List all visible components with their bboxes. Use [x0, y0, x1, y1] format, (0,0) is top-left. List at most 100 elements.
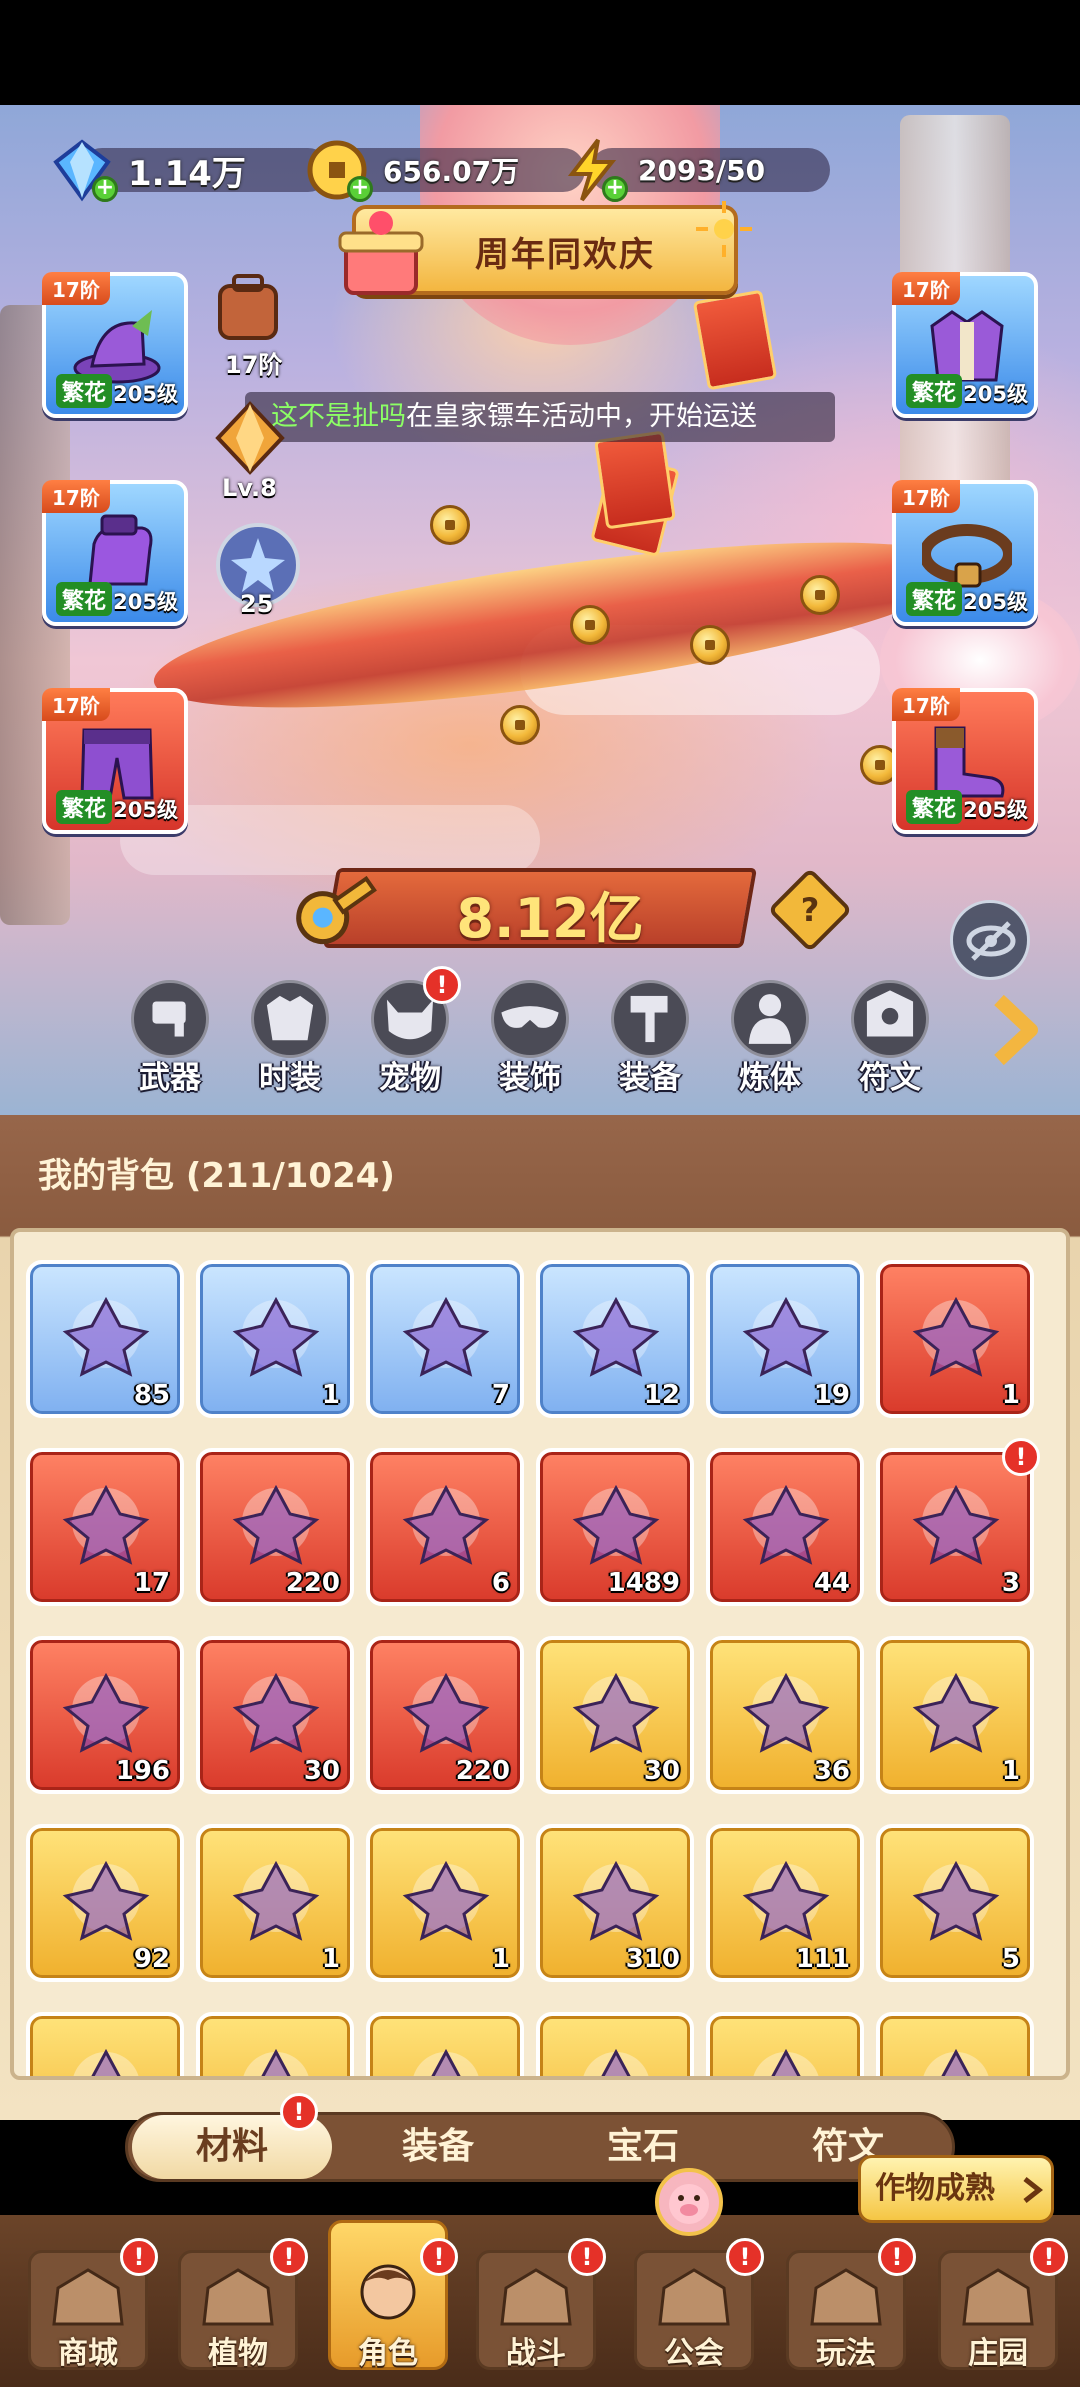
- hexagram-icon: [62, 1672, 150, 1753]
- backpack-item[interactable]: 17: [26, 1448, 184, 1606]
- tab-costume[interactable]: 时装: [235, 980, 345, 1096]
- backpack-icon[interactable]: [212, 272, 284, 344]
- item-count: 44: [813, 1568, 850, 1598]
- nav-item[interactable]: 公会!: [624, 2238, 764, 2380]
- power-key-icon: [296, 875, 378, 945]
- tab-label: 武器: [139, 1060, 201, 1096]
- item-count: 111: [795, 1944, 850, 1974]
- chevron-right-icon[interactable]: [985, 990, 1045, 1070]
- item-count: 1489: [607, 1568, 680, 1598]
- anniversary-event-banner[interactable]: 周年同欢庆: [338, 201, 752, 295]
- add-energy-icon[interactable]: +: [602, 176, 628, 202]
- backpack-item[interactable]: 36: [706, 1636, 864, 1794]
- item-count: 92: [133, 1944, 170, 1974]
- slot-tier: 17阶: [42, 688, 110, 721]
- backpack-item[interactable]: 1: [876, 1636, 1034, 1794]
- tab-equipment[interactable]: 装备: [595, 980, 705, 1096]
- alert-badge-icon: !: [568, 2238, 606, 2276]
- nav-item[interactable]: 商城!: [18, 2238, 158, 2380]
- item-count: 30: [643, 1756, 680, 1786]
- backpack-item[interactable]: [366, 2012, 524, 2076]
- backpack-item[interactable]: 220: [366, 1636, 524, 1794]
- equip-slot-glove[interactable]: 17阶 繁花 205级: [42, 480, 188, 626]
- medal-icon: [232, 1860, 320, 1941]
- backpack-item[interactable]: 30: [196, 1636, 354, 1794]
- tab-decoration[interactable]: 装饰: [475, 980, 585, 1096]
- subtab-gems[interactable]: 宝石: [543, 2115, 743, 2179]
- gems-counter[interactable]: + 1.14万: [50, 139, 330, 202]
- item-count: 5: [1001, 1944, 1020, 1974]
- event-title: 周年同欢庆: [475, 235, 655, 275]
- backpack-item[interactable]: 7: [366, 1260, 524, 1418]
- item-count: 3: [1001, 1568, 1020, 1598]
- syringe-cloud-icon: [402, 1296, 490, 1377]
- backpack-item[interactable]: 1489: [536, 1448, 694, 1606]
- hide-ui-button[interactable]: [950, 900, 1030, 980]
- backpack-item[interactable]: 310: [536, 1824, 694, 1982]
- pyramid-icon: [742, 1860, 830, 1941]
- tab-body-refining[interactable]: 炼体: [715, 980, 825, 1096]
- backpack-item[interactable]: 3!: [876, 1438, 1040, 1606]
- slot-tier: 17阶: [42, 272, 110, 305]
- backpack-item[interactable]: [536, 2012, 694, 2076]
- tab-rune[interactable]: 符文: [835, 980, 945, 1096]
- equip-slot-boots[interactable]: 17阶 繁花 205级: [892, 688, 1038, 834]
- ruby-key-icon: [402, 1860, 490, 1941]
- backpack-grid[interactable]: 85 1 7 12 19 1 17 220 6 1489 44 3! 196 30 220 30 36 1 92 1 1…: [10, 1228, 1070, 2080]
- backpack-item[interactable]: 220: [196, 1448, 354, 1606]
- equip-slot-hat[interactable]: 17阶 繁花 205级: [42, 272, 188, 418]
- clock-book-icon: [912, 1296, 1000, 1377]
- backpack-item[interactable]: [196, 2012, 354, 2076]
- tab-pet[interactable]: 宠物 !: [355, 966, 465, 1096]
- energy-counter[interactable]: + 2093/50: [560, 138, 830, 202]
- vase-icon: [572, 1672, 660, 1753]
- item-count: 196: [115, 1756, 170, 1786]
- add-gems-icon[interactable]: +: [92, 176, 118, 202]
- coin: [430, 505, 470, 545]
- backpack-item[interactable]: 85: [26, 1260, 184, 1418]
- capsule-icon: [742, 1484, 830, 1565]
- nav-label: 战斗: [506, 2336, 566, 2371]
- backpack-item[interactable]: 12: [536, 1260, 694, 1418]
- backpack-item[interactable]: 44: [706, 1448, 864, 1606]
- add-gold-icon[interactable]: +: [347, 176, 373, 202]
- backpack-item[interactable]: 19: [706, 1260, 864, 1418]
- backpack-item[interactable]: 111: [706, 1824, 864, 1982]
- tab-label: 装饰: [499, 1060, 561, 1096]
- nav-item[interactable]: 角色!: [318, 2220, 458, 2380]
- nav-item[interactable]: 战斗!: [466, 2238, 606, 2380]
- item-count: 17: [133, 1568, 170, 1598]
- power-value: 8.12亿: [456, 887, 644, 950]
- status-bar: [0, 0, 1080, 105]
- pig-icon[interactable]: [655, 2168, 723, 2236]
- alert-badge-icon: !: [270, 2238, 308, 2276]
- nav-item[interactable]: 植物!: [168, 2238, 308, 2380]
- mask-icon: [491, 980, 569, 1058]
- backpack-item[interactable]: 196: [26, 1636, 184, 1794]
- backpack-item[interactable]: [26, 2012, 184, 2076]
- equip-slot-belt[interactable]: 17阶 繁花 205级: [892, 480, 1038, 626]
- backpack-item[interactable]: [706, 2012, 864, 2076]
- weapon-icon: [131, 980, 209, 1058]
- crystal-icon[interactable]: [212, 400, 288, 476]
- nav-item[interactable]: 玩法!: [776, 2238, 916, 2380]
- equip-slot-pants[interactable]: 17阶 繁花 205级: [42, 688, 188, 834]
- backpack-item[interactable]: 1: [366, 1824, 524, 1982]
- backpack-item[interactable]: 92: [26, 1824, 184, 1982]
- backpack-item[interactable]: 6: [366, 1448, 524, 1606]
- crop-ripe-button[interactable]: 作物成熟: [858, 2155, 1054, 2223]
- tab-weapon[interactable]: 武器: [115, 980, 225, 1096]
- equip-slot-coat[interactable]: 17阶 繁花 205级: [892, 272, 1038, 418]
- backpack-item[interactable]: 5: [876, 1824, 1034, 1982]
- help-mark: ?: [800, 891, 820, 929]
- gold-counter[interactable]: + 656.07万: [305, 140, 585, 202]
- subtab-equipment[interactable]: 装备: [338, 2115, 538, 2179]
- backpack-item[interactable]: 1: [196, 1824, 354, 1982]
- nav-item[interactable]: 庄园!: [928, 2238, 1068, 2380]
- backpack-item[interactable]: [876, 2012, 1034, 2076]
- nav-label: 公会: [664, 2336, 724, 2371]
- backpack-item[interactable]: 1: [876, 1260, 1034, 1418]
- backpack-item[interactable]: 1: [196, 1260, 354, 1418]
- backpack-item[interactable]: 30: [536, 1636, 694, 1794]
- slot-tier: 17阶: [42, 480, 110, 513]
